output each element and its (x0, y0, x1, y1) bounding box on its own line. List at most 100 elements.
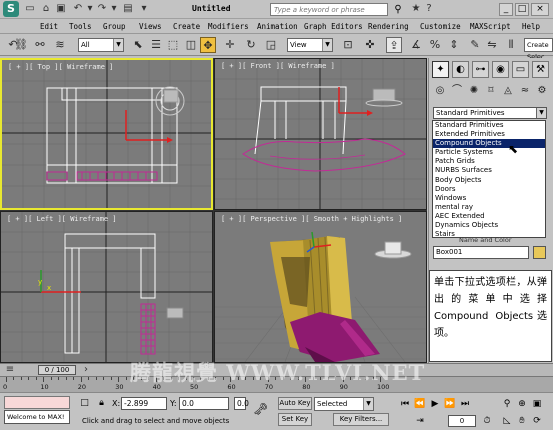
viewport-perspective[interactable]: [ + ][ Perspective ][ Smooth + Highlight… (214, 211, 427, 363)
mirror-icon[interactable]: ⇋ (484, 37, 500, 53)
viewport-front[interactable]: [ + ][ Front ][ Wireframe ] (214, 58, 427, 210)
angle-snap-icon[interactable]: ∡ (408, 37, 424, 53)
minimize-button[interactable]: _ (499, 3, 513, 16)
primitive-option[interactable]: NURBS Surfaces (433, 166, 545, 175)
z-coordinate-field[interactable]: 0.0 (234, 397, 249, 410)
viewport-label-left[interactable]: [ + ][ Left ][ Wireframe ] (7, 215, 117, 223)
primitive-option[interactable]: Extended Primitives (433, 130, 545, 139)
menu-maxscript[interactable]: MAXScript (470, 22, 511, 31)
select-and-link-icon[interactable]: ⛓ (13, 37, 29, 53)
primitive-option[interactable]: Dynamics Objects (433, 221, 545, 230)
primitive-option[interactable]: Compound Objects (433, 139, 545, 149)
undo-dropdown-icon[interactable]: ▾ (84, 3, 96, 15)
new-file-icon[interactable]: ▭ (24, 3, 36, 15)
previous-frame-icon[interactable]: ⏪ (413, 398, 427, 411)
undo-icon[interactable]: ↶ (72, 3, 84, 15)
close-button[interactable]: × (531, 3, 549, 16)
redo-dropdown-icon[interactable]: ▾ (108, 3, 120, 15)
mini-curve-editor-icon[interactable]: ≡ (4, 364, 16, 376)
play-icon[interactable]: ▶ (428, 398, 442, 411)
utilities-tab-icon[interactable]: ⚒ (532, 61, 549, 78)
field-of-view-icon[interactable]: ◺ (500, 415, 514, 428)
select-and-move-icon-2[interactable]: ✛ (222, 37, 238, 53)
menu-views[interactable]: Views (139, 22, 162, 31)
snaps-toggle-icon[interactable]: ⇪ (386, 37, 402, 53)
menu-group[interactable]: Group (103, 22, 126, 31)
menu-modifiers[interactable]: Modifiers (208, 22, 249, 31)
auto-key-button[interactable]: Auto Key (278, 397, 312, 410)
primitive-type-dropdown[interactable]: Standard Primitives ▼ (433, 107, 547, 119)
primitive-option[interactable]: Particle Systems (433, 148, 545, 157)
reference-coordinate-dropdown[interactable]: View ▼ (287, 38, 333, 52)
time-configuration-icon[interactable]: ⏱ (480, 415, 494, 428)
info-center-icon[interactable]: ★ (410, 3, 422, 15)
go-to-end-icon[interactable]: ⏭ (458, 398, 472, 411)
set-key-mode-icon[interactable]: 🗝︎ (253, 403, 268, 416)
open-file-icon[interactable]: ⌂ (40, 3, 52, 15)
systems-icon[interactable]: ⚙ (535, 84, 549, 98)
spinner-snap-icon[interactable]: ⇕ (446, 37, 462, 53)
next-frame-icon[interactable]: ⏩ (443, 398, 457, 411)
menu-animation[interactable]: Animation (257, 22, 298, 31)
next-frame-arrow-icon[interactable]: › (80, 364, 92, 376)
select-and-manipulate-icon[interactable]: ✜ (362, 37, 378, 53)
menu-customize[interactable]: Customize (420, 22, 461, 31)
viewport-label-perspective[interactable]: [ + ][ Perspective ][ Smooth + Highlight… (221, 215, 402, 223)
menu-tools[interactable]: Tools (69, 22, 92, 31)
select-object-icon[interactable]: ⬉ (130, 37, 146, 53)
helpers-icon[interactable]: ◬ (501, 84, 515, 98)
edit-named-selection-icon[interactable]: ✎ (467, 37, 483, 53)
viewport-top[interactable]: [ + ][ Top ][ Wireframe ] (0, 58, 213, 210)
save-file-icon[interactable]: ▣ (55, 3, 67, 15)
maximize-button[interactable]: □ (515, 3, 529, 16)
search-input[interactable]: Type a keyword or phrase (270, 3, 388, 16)
pan-view-icon[interactable]: ✋︎ (515, 415, 529, 428)
go-to-start-icon[interactable]: ⏮ (398, 398, 412, 411)
menu-graph-editors[interactable]: Graph Editors (304, 22, 363, 31)
select-and-rotate-icon[interactable]: ↻ (243, 37, 259, 53)
lights-icon[interactable]: ✺ (467, 84, 481, 98)
key-mode-dropdown[interactable]: Selected ▼ (314, 397, 374, 411)
primitive-option[interactable]: Doors (433, 185, 545, 194)
menu-help[interactable]: Help (522, 22, 540, 31)
align-icon[interactable]: ⫴ (503, 37, 519, 53)
select-by-name-icon[interactable]: ☰ (148, 37, 164, 53)
app-logo-icon[interactable]: S (3, 1, 19, 17)
selection-lock-icon[interactable]: □ (78, 397, 91, 410)
y-coordinate-field[interactable]: 0.0 (179, 397, 229, 410)
shapes-icon[interactable]: ⌒ (450, 84, 464, 98)
primitive-option[interactable]: Standard Primitives (433, 121, 545, 130)
primitive-option[interactable]: AEC Extended (433, 212, 545, 221)
motion-tab-icon[interactable]: ◉ (492, 61, 509, 78)
help-icon[interactable]: ? (423, 3, 435, 15)
zoom-all-icon[interactable]: ⊕ (515, 398, 529, 411)
percent-snap-icon[interactable]: % (427, 37, 443, 53)
menu-rendering[interactable]: Rendering (368, 22, 409, 31)
hierarchy-tab-icon[interactable]: ⊶ (472, 61, 489, 78)
current-frame-field[interactable]: 0 (448, 415, 476, 427)
space-warps-icon[interactable]: ≈ (518, 84, 532, 98)
select-and-scale-icon[interactable]: ◲ (263, 37, 279, 53)
rectangular-selection-icon[interactable]: ⬚ (165, 37, 181, 53)
cameras-icon[interactable]: ⌑ (484, 84, 498, 98)
unlink-icon[interactable]: ⚯ (32, 37, 48, 53)
key-mode-toggle-icon[interactable]: ⇥ (413, 415, 427, 428)
maxscript-listener-top[interactable] (4, 396, 70, 409)
primitive-option[interactable]: Windows (433, 194, 545, 203)
zoom-extents-icon[interactable]: ▣ (530, 398, 544, 411)
x-coordinate-field[interactable]: -2.899 (121, 397, 167, 410)
maxscript-mini-listener[interactable]: Welcome to MAX! (4, 410, 70, 424)
menu-edit[interactable]: Edit (40, 22, 58, 31)
redo-icon[interactable]: ↷ (96, 3, 108, 15)
create-tab-icon[interactable]: ✦ (432, 61, 449, 78)
select-and-move-icon[interactable]: ✥ (200, 37, 216, 53)
primitive-option[interactable]: mental ray (433, 203, 545, 212)
project-folder-icon[interactable]: ▤ (122, 3, 134, 15)
pivot-center-icon[interactable]: ⊡ (340, 37, 356, 53)
primitive-option[interactable]: Body Objects (433, 176, 545, 185)
menu-create[interactable]: Create (173, 22, 200, 31)
time-slider[interactable]: 0 / 100 (38, 365, 76, 375)
viewport-label-top[interactable]: [ + ][ Top ][ Wireframe ] (8, 63, 113, 71)
absolute-mode-icon[interactable] (98, 396, 111, 409)
arc-rotate-icon[interactable]: ⟳ (530, 415, 544, 428)
